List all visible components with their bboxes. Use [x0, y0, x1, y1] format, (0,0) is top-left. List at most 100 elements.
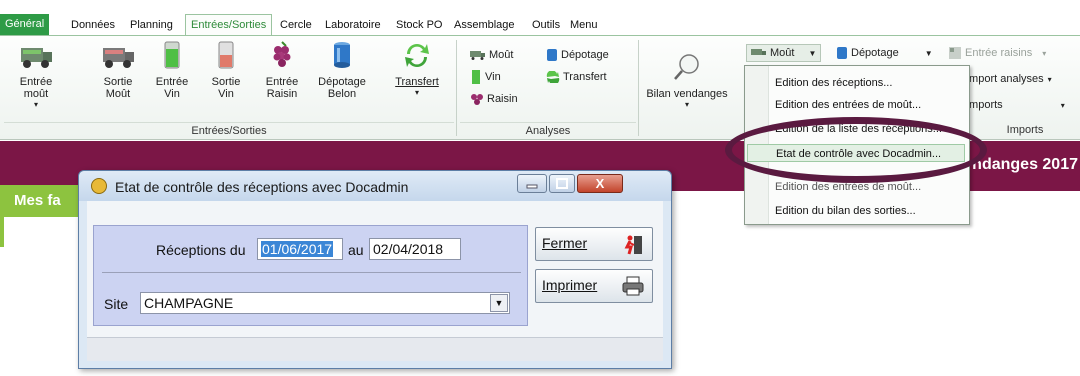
entree-vin-button[interactable]: Entrée Vin	[150, 40, 194, 100]
tank-red-icon	[218, 41, 234, 69]
date-to-field[interactable]: 02/04/2018	[369, 238, 461, 260]
group-footer-imports: Imports	[1006, 124, 1044, 136]
app-window: Général Données Planning Entrées/Sorties…	[0, 0, 1080, 376]
entree-mout-label: Entrée moût	[19, 76, 53, 100]
criteria-panel: Réceptions du 01/06/2017 au 02/04/2018 S…	[93, 225, 528, 326]
entree-raisin-button[interactable]: Entrée Raisin	[258, 40, 306, 100]
analyses-transfert-button[interactable]: Transfert	[546, 68, 607, 86]
chevron-down-icon: ▾	[1042, 49, 1047, 58]
fermer-label: Fermer	[542, 235, 588, 251]
tank-green-icon	[164, 41, 180, 69]
analyses-raisin-label: Raisin	[487, 93, 518, 105]
chevron-down-icon: ▾	[1060, 101, 1065, 110]
imports-label: Imports	[966, 99, 1003, 111]
top-edge	[0, 0, 1080, 10]
grid-import-icon	[949, 47, 961, 60]
tab-outils[interactable]: Outils	[527, 16, 565, 35]
banner-title: ndanges 2017	[972, 156, 1078, 173]
import-analyses-button[interactable]: Import analyses ▾	[966, 70, 1052, 88]
truck-small-icon	[751, 49, 766, 56]
dialog-statusbar	[87, 337, 663, 361]
entree-vin-label: Entrée Vin	[155, 76, 189, 100]
menu-item-edition-receptions[interactable]: Edition des réceptions...	[775, 74, 892, 92]
truck-small-icon	[470, 51, 485, 61]
bilan-vendanges-label: Bilan vendanges	[646, 88, 728, 100]
imprimer-button[interactable]: Imprimer	[535, 269, 653, 303]
edition-depotage-dropdown[interactable]: Dépotage ▼	[836, 44, 933, 62]
tab-laboratoire[interactable]: Laboratoire	[320, 16, 386, 35]
bilan-vendanges-button[interactable]: Bilan vendanges ▾	[640, 52, 734, 110]
close-button[interactable]: X	[577, 174, 623, 193]
entree-raisin-label: Entrée Raisin	[265, 76, 299, 100]
analyses-transfert-label: Transfert	[563, 71, 607, 83]
entree-mout-dropdown-arrow: ▾	[33, 100, 38, 109]
entree-raisins-label: Entrée raisins	[965, 47, 1033, 59]
imports-button[interactable]: Imports ▾	[966, 96, 1065, 114]
grape-icon	[273, 41, 291, 67]
maximize-button[interactable]	[549, 174, 575, 193]
sortie-mout-label: Sortie Moût	[103, 76, 133, 100]
analyses-vin-button[interactable]: Vin	[470, 68, 501, 86]
tab-cercle[interactable]: Cercle	[275, 16, 317, 35]
transfert-label: Transfert	[395, 76, 439, 88]
etat-controle-dialog: Etat de contrôle des réceptions avec Doc…	[78, 170, 672, 369]
sortie-vin-label: Sortie Vin	[211, 76, 241, 100]
site-value: CHAMPAGNE	[144, 295, 234, 311]
tab-assemblage[interactable]: Assemblage	[449, 16, 520, 35]
menu-item-bilan-sorties[interactable]: Edition du bilan des sorties...	[775, 202, 916, 220]
entree-raisins-button[interactable]: Entrée raisins ▾	[948, 44, 1046, 62]
dialog-titlebar[interactable]: Etat de contrôle des réceptions avec Doc…	[79, 171, 671, 201]
minimize-icon	[526, 184, 538, 189]
menu-tabbar: Général Données Planning Entrées/Sorties…	[0, 14, 1080, 36]
tab-donnees[interactable]: Données	[66, 16, 120, 35]
truck-red-icon	[103, 48, 134, 68]
truck-green-icon	[21, 48, 52, 68]
au-label: au	[348, 242, 364, 258]
analyses-raisin-button[interactable]: Raisin	[470, 90, 518, 108]
chevron-down-icon: ▼	[924, 49, 933, 58]
edition-mout-label: Moût	[770, 47, 795, 59]
site-select[interactable]: CHAMPAGNE ▼	[140, 292, 510, 314]
depotage-belon-label: Dépotage Belon	[318, 76, 366, 100]
chevron-down-icon: ▼	[808, 49, 817, 58]
tab-entrees-sorties[interactable]: Entrées/Sorties	[185, 14, 273, 35]
transfert-dropdown-arrow: ▾	[414, 88, 419, 97]
date-from-field[interactable]: 01/06/2017	[257, 238, 343, 260]
grape-small-icon	[471, 94, 483, 106]
tab-menu[interactable]: Menu	[565, 16, 603, 35]
close-icon: X	[595, 176, 605, 191]
sortie-mout-button[interactable]: Sortie Moût	[96, 40, 140, 100]
analyses-depotage-label: Dépotage	[561, 49, 609, 61]
chevron-down-icon[interactable]: ▼	[490, 294, 508, 312]
edition-mout-dropdown[interactable]: Moût ▼	[746, 44, 822, 62]
analyses-mout-button[interactable]: Moût	[470, 46, 513, 64]
imprimer-label: Imprimer	[542, 277, 598, 293]
barrel-icon	[334, 42, 350, 68]
dialog-title: Etat de contrôle des réceptions avec Doc…	[115, 179, 409, 195]
app-icon	[91, 178, 107, 194]
site-label: Site	[104, 296, 129, 312]
tab-planning[interactable]: Planning	[125, 16, 178, 35]
minimize-button[interactable]	[517, 174, 547, 193]
printer-icon	[622, 276, 644, 296]
depotage-belon-button[interactable]: Dépotage Belon	[314, 40, 370, 100]
maximize-icon	[556, 178, 568, 189]
fermer-button[interactable]: Fermer	[535, 227, 653, 261]
transfer-small-icon	[546, 71, 560, 84]
tab-general[interactable]: Général	[0, 14, 50, 35]
ribbon-separator	[456, 40, 457, 136]
tab-stock-po[interactable]: Stock PO	[391, 16, 447, 35]
sortie-vin-button[interactable]: Sortie Vin	[204, 40, 248, 100]
entree-mout-button[interactable]: Entrée moût ▾	[8, 40, 64, 110]
bilan-dropdown-arrow: ▾	[684, 100, 689, 109]
analyses-depotage-button[interactable]: Dépotage	[546, 46, 609, 64]
analyses-mout-label: Moût	[489, 49, 514, 61]
tank-small-icon	[472, 70, 480, 85]
group-footer-analyses: Analyses	[460, 122, 636, 138]
date-to-value: 02/04/2018	[373, 241, 444, 257]
receptions-label: Réceptions du	[156, 242, 246, 258]
analyses-vin-label: Vin	[485, 71, 501, 83]
menu-item-edition-entrees-mout[interactable]: Edition des entrées de moût...	[775, 96, 921, 114]
barrel-small-icon	[547, 49, 557, 62]
transfert-button[interactable]: Transfert ▾	[388, 40, 446, 98]
